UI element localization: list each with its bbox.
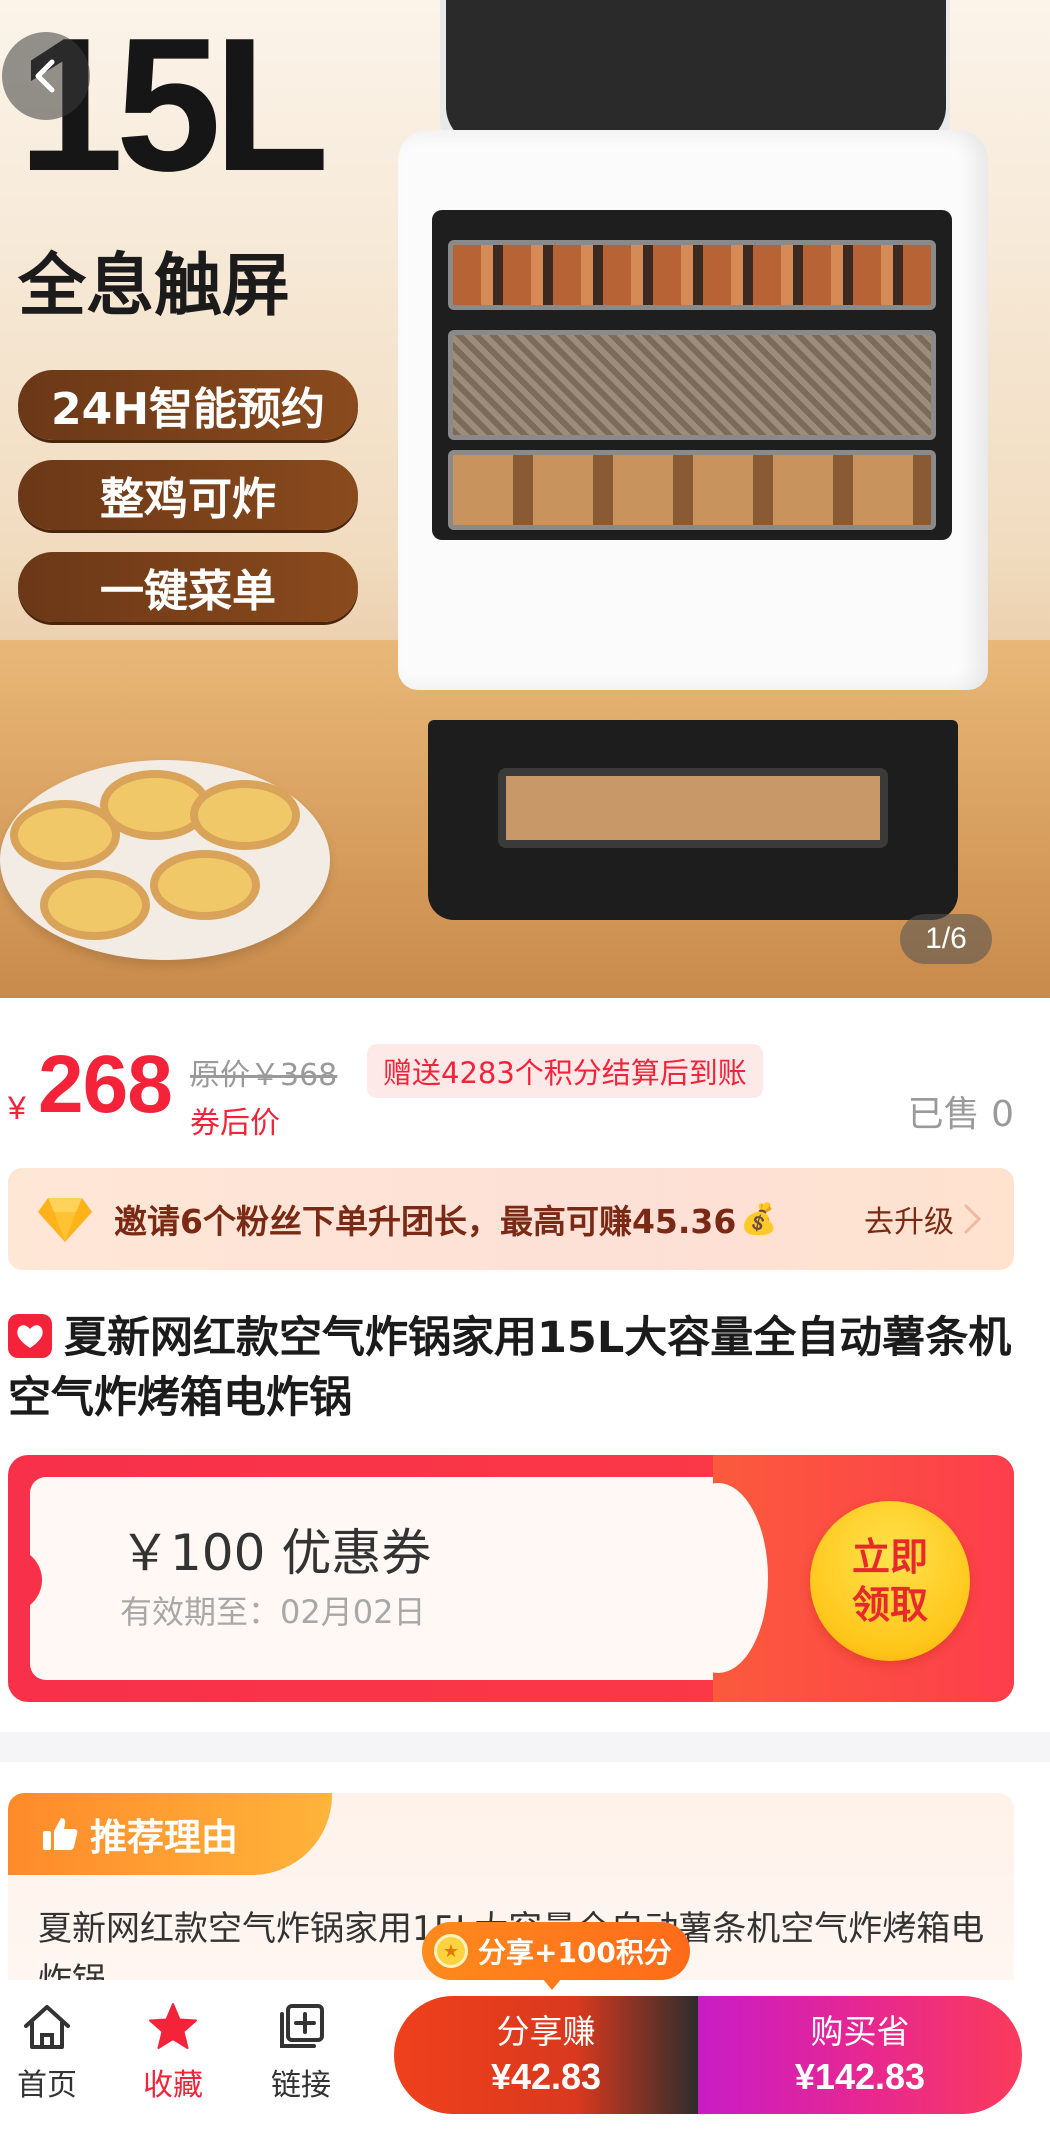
buy-save-amount: ¥142.83 — [794, 2056, 926, 2097]
upgrade-label: 去升级 — [864, 1205, 954, 1240]
nav-link-label: 链接 — [271, 2068, 331, 2103]
back-button[interactable] — [2, 32, 90, 120]
hero-feature-pill: 一键菜单 — [18, 552, 358, 622]
points-badge: 赠送4283个积分结算后到账 — [367, 1044, 763, 1098]
buy-save-label: 购买省 — [810, 2012, 910, 2051]
share-points-text: 分享+100积分 — [478, 1936, 672, 1969]
section-divider — [0, 1732, 1050, 1762]
recommendation-tag-label: 推荐理由 — [90, 1816, 238, 1859]
home-icon — [24, 2005, 70, 2049]
star-icon — [149, 2003, 197, 2049]
price-section: ¥ 268 原价￥368 券后价 赠送4283个积分结算后到账 已售 0 — [0, 1000, 1050, 1160]
coupon-validity: 有效期至：02月02日 — [120, 1593, 426, 1631]
recommendation-tag: 推荐理由 — [8, 1793, 332, 1875]
egg-tart-plate-image — [0, 760, 330, 960]
price-currency-symbol: ¥ — [8, 1090, 26, 1126]
image-page-indicator: 1/6 — [900, 914, 992, 964]
hero-feature-pill: 整鸡可炸 — [18, 460, 358, 530]
current-price: 268 — [38, 1039, 173, 1130]
add-link-icon — [280, 2004, 324, 2048]
invite-upgrade-banner[interactable]: 邀请6个粉丝下单升团长，最高可赚45.36 💰 去升级 — [8, 1168, 1014, 1270]
bottom-action-bar: 首页 收藏 链接 分享赚 ¥42.83 购买省 ¥142.83 — [0, 1980, 1050, 2129]
buy-save-button[interactable]: 购买省 ¥142.83 — [698, 1996, 1022, 2114]
nav-home[interactable]: 首页 — [2, 2000, 92, 2104]
product-title: 夏新网红款空气炸锅家用15L大容量全自动薯条机空气炸烤箱电炸锅 — [8, 1313, 1012, 1423]
thumbs-up-icon — [43, 1818, 78, 1850]
product-title-row: 夏新网红款空气炸锅家用15L大容量全自动薯条机空气炸烤箱电炸锅 — [8, 1308, 1028, 1428]
sold-count: 已售 0 — [907, 1094, 1014, 1135]
hero-subhead: 全息触屏 — [18, 247, 291, 326]
invite-text: 邀请6个粉丝下单升团长，最高可赚45.36 — [114, 1202, 737, 1241]
coupon-card[interactable]: ￥100 优惠券 有效期至：02月02日 立即领取 — [8, 1455, 1014, 1702]
nav-favorite[interactable]: 收藏 — [128, 2000, 218, 2104]
coupon-amount: ￥100 优惠券 — [120, 1524, 432, 1582]
claim-coupon-label: 立即领取 — [851, 1535, 928, 1627]
nav-favorite-label: 收藏 — [143, 2068, 203, 2103]
platform-logo-icon — [8, 1314, 52, 1358]
chevron-right-icon — [964, 1204, 982, 1234]
share-earn-button[interactable]: 分享赚 ¥42.83 — [394, 1996, 698, 2114]
share-points-tooltip: ★ 分享+100积分 — [422, 1922, 690, 1990]
share-earn-label: 分享赚 — [496, 2012, 596, 2051]
original-price: 原价￥368 — [190, 1058, 338, 1093]
air-fryer-image — [398, 0, 988, 920]
nav-link[interactable]: 链接 — [256, 2000, 346, 2104]
nav-home-label: 首页 — [17, 2068, 77, 2103]
product-image-carousel[interactable]: 15L 全息触屏 24H智能预约 整鸡可炸 一键菜单 1/6 — [0, 0, 1050, 998]
upgrade-link[interactable]: 去升级 — [864, 1168, 984, 1270]
share-earn-amount: ¥42.83 — [490, 2056, 602, 2097]
coupon-notch — [668, 1483, 768, 1673]
coin-icon: ★ — [434, 1934, 468, 1968]
chevron-left-icon — [35, 59, 55, 93]
after-coupon-label: 券后价 — [190, 1106, 280, 1141]
claim-coupon-button[interactable]: 立即领取 — [810, 1501, 970, 1661]
hero-feature-pill: 24H智能预约 — [18, 370, 358, 440]
diamond-icon — [38, 1198, 92, 1242]
money-bag-icon: 💰 — [740, 1201, 778, 1237]
